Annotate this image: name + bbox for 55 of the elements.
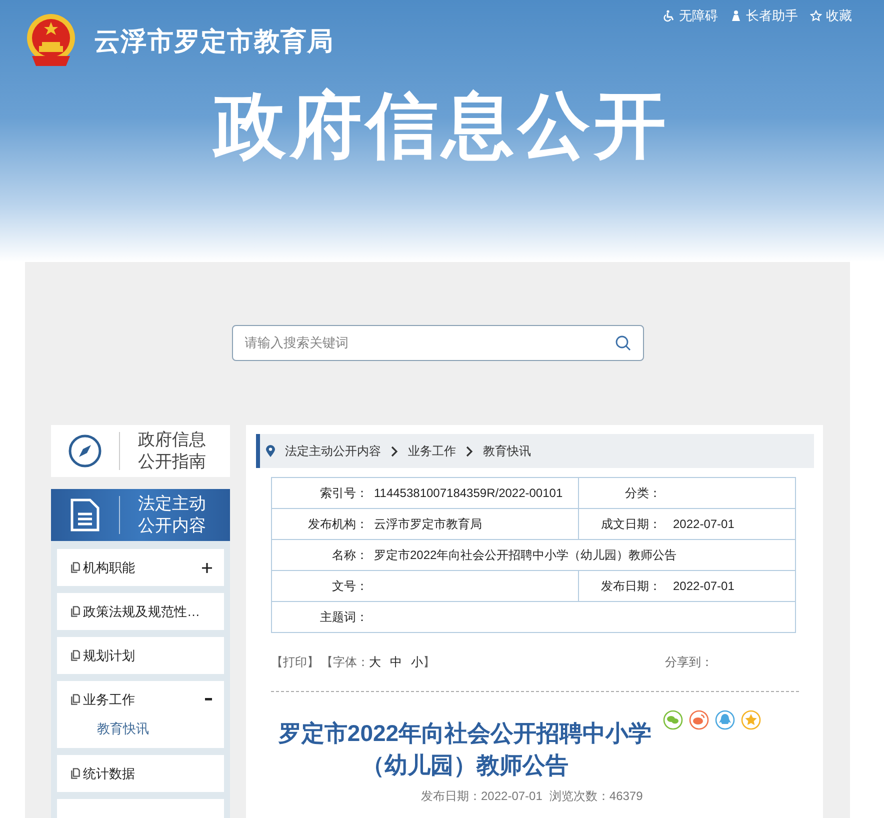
chevron-right-icon (391, 446, 398, 456)
print-link[interactable]: 【打印】 (271, 653, 319, 671)
share-label: 分享到： (665, 654, 713, 671)
page-icon (71, 606, 80, 617)
font-size-label: 】 (423, 654, 435, 671)
table-cell: 发布机构： 云浮市罗定市教育局 (272, 508, 578, 540)
page-icon (71, 562, 80, 573)
location-pin-icon (266, 445, 275, 457)
collapse-icon[interactable] (205, 698, 212, 701)
wheelchair-icon (663, 10, 675, 22)
table-cell: 分类： (578, 478, 796, 508)
menu-item[interactable]: 业务工作 (71, 690, 135, 710)
font-size-link[interactable]: 大 (369, 653, 381, 671)
table-cell: 名称： 罗定市2022年向社会公开招聘中小学（幼儿园）教师公告 (272, 540, 796, 570)
nav-card-label: 法定主动公开内容 (138, 493, 207, 537)
weibo-share-icon[interactable] (689, 710, 709, 730)
table-cell: 成文日期： 2022-07-01 (578, 508, 796, 540)
page-icon (71, 694, 80, 705)
document-icon (70, 498, 100, 532)
menu-item[interactable]: 规划计划 (71, 646, 135, 666)
breadcrumb-link[interactable]: 法定主动公开内容 (285, 442, 381, 460)
font-size-link[interactable]: 中 (390, 653, 402, 671)
font-size-label: 【字体： (321, 654, 369, 671)
breadcrumb-link[interactable]: 业务工作 (408, 442, 456, 460)
publish-date: 发布日期：2022-07-01 (421, 789, 542, 803)
page-icon (71, 768, 80, 779)
search-icon[interactable] (614, 335, 630, 351)
nav-card[interactable]: 法定主动公开内容 (51, 489, 230, 541)
table-cell: 主题词： (272, 602, 796, 632)
nav-card[interactable]: 政府信息公开指南 (51, 425, 230, 477)
wechat-share-icon[interactable] (663, 710, 683, 730)
site-name: 云浮市罗定市教育局 (94, 24, 334, 58)
submenu-item[interactable]: 教育快讯 (57, 718, 224, 740)
nav-card-label: 政府信息公开指南 (138, 429, 207, 473)
article-title: 罗定市2022年向社会公开招聘中小学（幼儿园）教师公告 (277, 719, 653, 780)
page-icon (71, 650, 80, 661)
chevron-right-icon (466, 446, 473, 456)
star-share-icon[interactable] (741, 710, 761, 730)
search-field[interactable]: 请输入搜索关键词 (232, 325, 644, 361)
person-icon (730, 10, 742, 22)
font-size-link[interactable]: 小 (411, 653, 423, 671)
table-cell: 发布日期： 2022-07-01 (578, 570, 796, 602)
compass-icon (68, 434, 102, 468)
expand-icon[interactable] (202, 562, 212, 572)
table-cell: 索引号： 11445381007184359R/2022-00101 (272, 478, 578, 508)
penguin-share-icon[interactable] (715, 710, 735, 730)
view-count: 浏览次数：46379 (549, 789, 643, 803)
search-input[interactable]: 请输入搜索关键词 (244, 333, 584, 353)
menu-item[interactable]: 政策法规及规范性… (71, 602, 200, 622)
table-cell: 文号： (272, 570, 578, 602)
menu-item[interactable]: 统计数据 (71, 764, 135, 784)
star-icon (810, 10, 822, 22)
banner-title: 政府信息公开 (214, 90, 670, 162)
menu-item[interactable]: 机构职能 (71, 558, 135, 578)
breadcrumb-link[interactable]: 教育快讯 (483, 442, 531, 460)
